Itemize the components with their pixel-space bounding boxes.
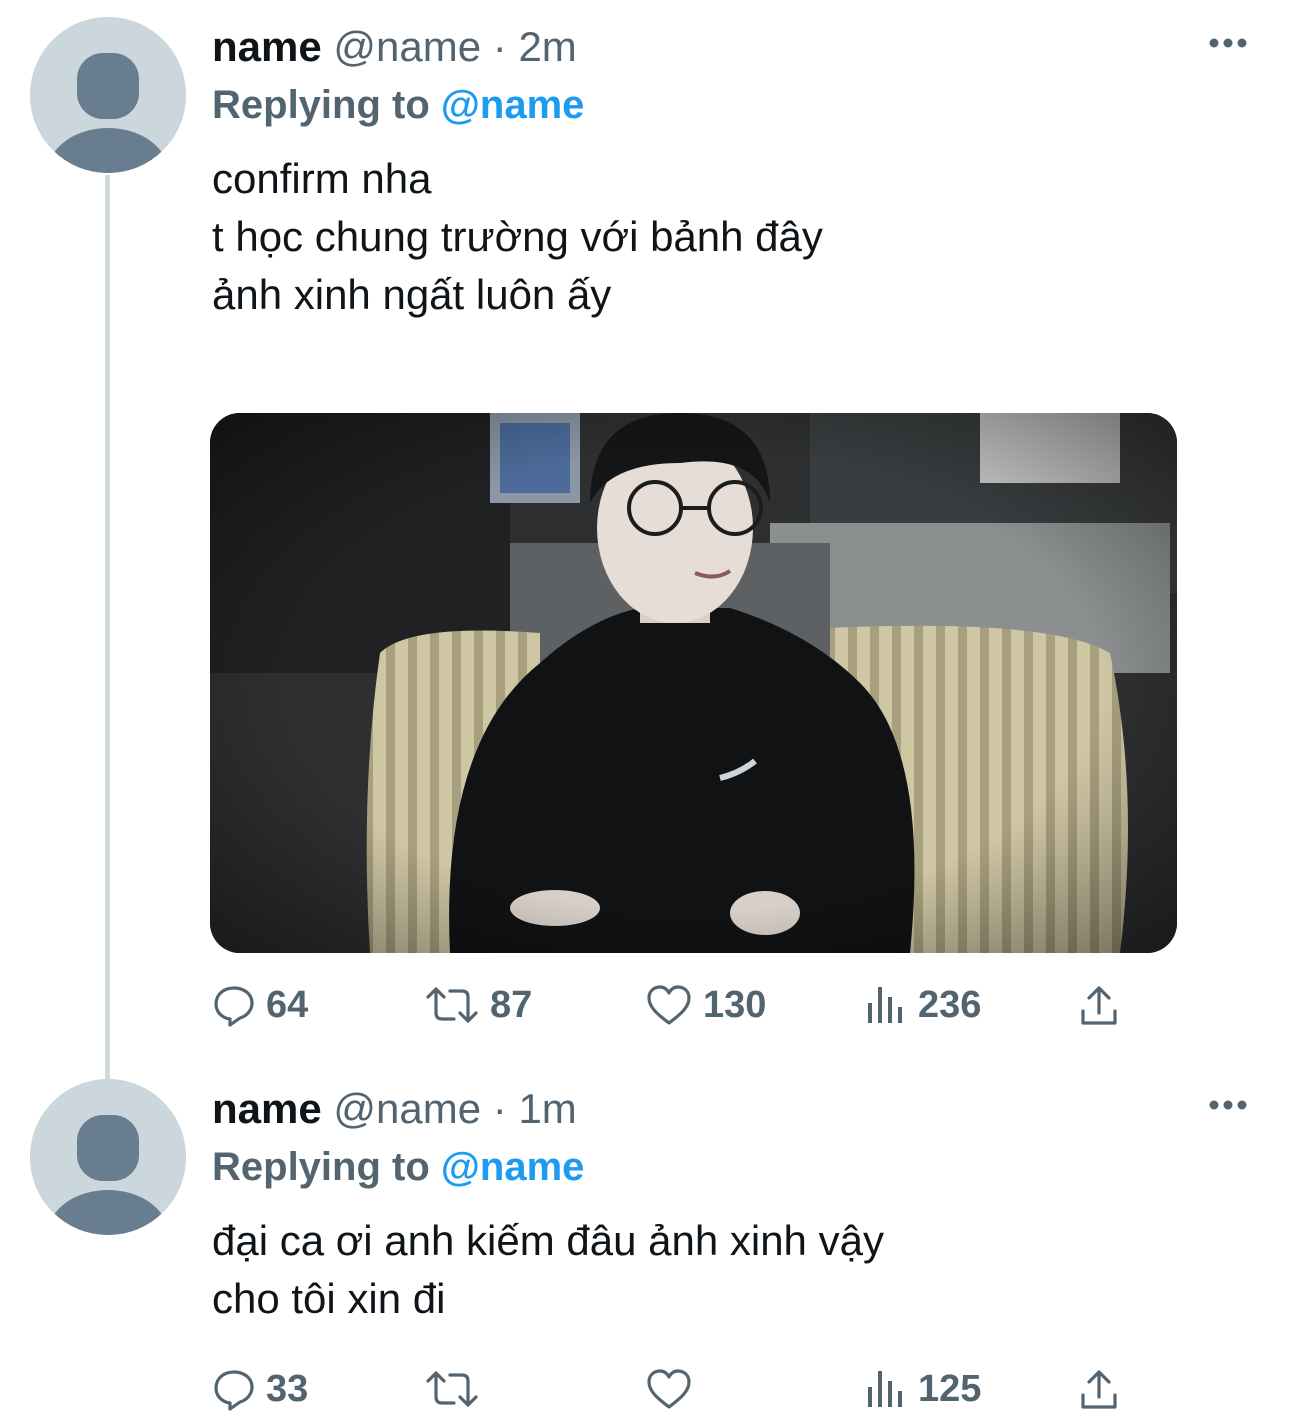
- tweet-2[interactable]: name @name · 1m Replying to @name đại ca…: [0, 1062, 1290, 1420]
- retweet-icon: [426, 1371, 478, 1407]
- more-dots-icon: [1209, 1100, 1247, 1110]
- replying-to-label: Replying to: [212, 1145, 430, 1189]
- like-count: 130: [703, 984, 767, 1026]
- tweet-1[interactable]: name @name · 2m Replying to @name confir…: [0, 0, 1290, 1060]
- tweet-text-line: đại ca ơi anh kiếm đâu ảnh xinh vậy: [212, 1217, 884, 1264]
- reply-button[interactable]: 33: [212, 1364, 308, 1414]
- tweet-text-line: t học chung trường với bảnh đây: [212, 213, 823, 260]
- heart-icon: [647, 1369, 691, 1409]
- like-button[interactable]: 130: [645, 980, 766, 1030]
- tweet-actions: 33 125: [212, 1364, 1132, 1414]
- retweet-count: 87: [490, 984, 533, 1026]
- views-bars-icon: [868, 1371, 902, 1407]
- timestamp[interactable]: 2m: [518, 23, 576, 70]
- like-button[interactable]: [645, 1364, 703, 1414]
- views-button[interactable]: 236: [864, 980, 981, 1030]
- share-button[interactable]: [1077, 980, 1121, 1030]
- more-dots-icon: [1209, 38, 1247, 48]
- photo-image: [210, 413, 1177, 953]
- avatar[interactable]: [30, 17, 186, 173]
- share-button[interactable]: [1077, 1364, 1121, 1414]
- user-handle[interactable]: @name: [333, 1085, 481, 1132]
- replying-to: Replying to @name: [212, 80, 584, 130]
- display-name[interactable]: name: [212, 1085, 322, 1132]
- more-options-button[interactable]: [1204, 1090, 1252, 1120]
- heart-icon: [647, 985, 691, 1025]
- retweet-button[interactable]: 87: [424, 980, 532, 1030]
- share-icon: [1081, 986, 1117, 1025]
- reply-count: 64: [266, 984, 309, 1026]
- tweet-text-line: ảnh xinh ngất luôn ấy: [212, 271, 612, 318]
- replying-to-mention[interactable]: @name: [441, 1145, 585, 1189]
- replying-to-label: Replying to: [212, 83, 430, 127]
- timestamp[interactable]: 1m: [518, 1085, 576, 1132]
- reply-bubble-icon: [214, 986, 254, 1027]
- replying-to-mention[interactable]: @name: [441, 83, 585, 127]
- share-icon: [1081, 1370, 1117, 1409]
- more-options-button[interactable]: [1204, 28, 1252, 58]
- views-bars-icon: [868, 987, 902, 1023]
- display-name[interactable]: name: [212, 23, 322, 70]
- reply-count: 33: [266, 1368, 309, 1410]
- tweet-text-line: cho tôi xin đi: [212, 1275, 446, 1322]
- tweet-header: name @name · 2m: [212, 22, 577, 72]
- retweet-icon: [426, 987, 478, 1023]
- avatar[interactable]: [30, 1079, 186, 1235]
- replying-to: Replying to @name: [212, 1142, 584, 1192]
- default-avatar-icon: [30, 17, 186, 173]
- separator-dot: ·: [492, 1085, 507, 1132]
- reply-button[interactable]: 64: [212, 980, 308, 1030]
- default-avatar-icon: [30, 1079, 186, 1235]
- separator-dot: ·: [492, 23, 507, 70]
- view-count: 236: [918, 984, 982, 1026]
- tweet-actions: 64 87 130 236: [212, 980, 1132, 1030]
- tweet-text: confirm nha t học chung trường với bảnh …: [212, 150, 823, 324]
- tweet-header: name @name · 1m: [212, 1084, 577, 1134]
- user-handle[interactable]: @name: [333, 23, 481, 70]
- views-button[interactable]: 125: [864, 1364, 981, 1414]
- tweet-text-line: confirm nha: [212, 155, 432, 202]
- tweet-text: đại ca ơi anh kiếm đâu ảnh xinh vậy cho …: [212, 1212, 884, 1328]
- tweet-photo[interactable]: [210, 413, 1177, 953]
- reply-bubble-icon: [214, 1370, 254, 1411]
- retweet-button[interactable]: [424, 1364, 490, 1414]
- view-count: 125: [918, 1368, 982, 1410]
